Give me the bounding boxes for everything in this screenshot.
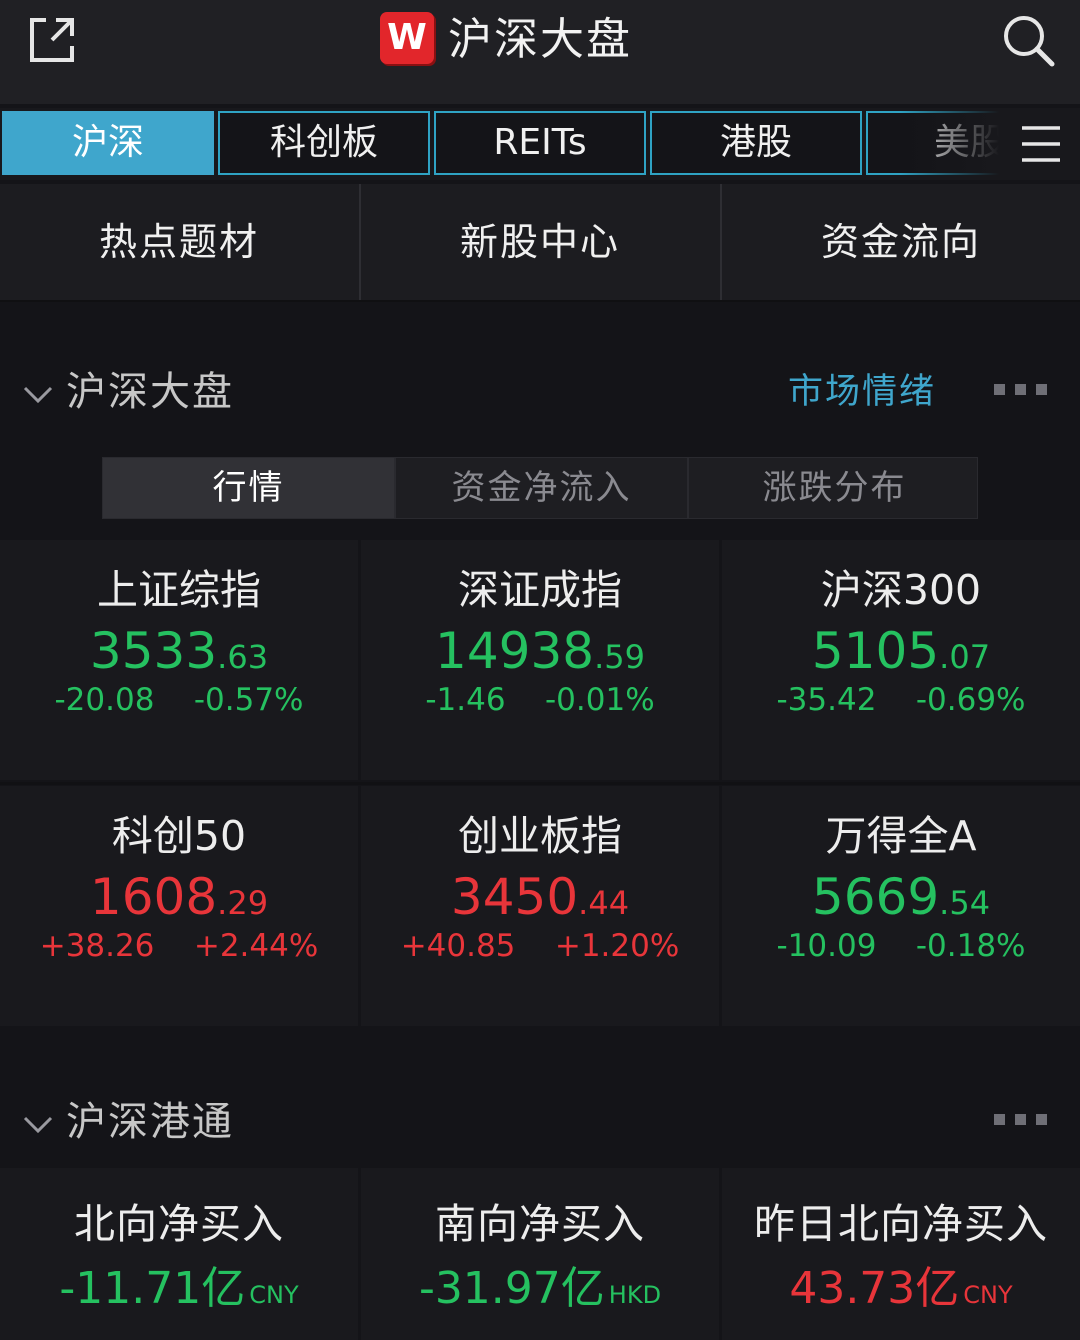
index-name: 创业板指 xyxy=(458,812,622,860)
index-change: -20.08 -0.57% xyxy=(54,682,304,718)
index-card[interactable]: 深证成指 14938.59 -1.46 -0.01% xyxy=(361,540,719,780)
tab-kechuangban[interactable]: 科创板 xyxy=(218,111,430,175)
tab-reits[interactable]: REITs xyxy=(434,111,646,175)
more-options-icon[interactable] xyxy=(994,1114,1048,1128)
index-name: 万得全A xyxy=(825,812,977,860)
segment-net-inflow[interactable]: 资金净流入 xyxy=(396,458,687,518)
page-title: 沪深大盘 xyxy=(448,14,632,65)
section-title[interactable]: 沪深港通 xyxy=(66,1092,234,1152)
connect-grid: 北向净买入 -11.71亿 CNY 南向净买入 -31.97亿 HKD 昨日北向净买… xyxy=(0,1168,1080,1340)
flow-value: -11.71亿 CNY xyxy=(59,1263,299,1314)
index-name: 上证综指 xyxy=(97,566,261,614)
index-change: -10.09 -0.18% xyxy=(776,928,1026,964)
index-change: +40.85 +1.20% xyxy=(400,928,680,964)
flow-name: 北向净买入 xyxy=(74,1200,284,1248)
market-tabs: 沪深 科创板 REITs 港股 美股 xyxy=(0,108,1080,180)
segmented-control: 行情 资金净流入 涨跌分布 xyxy=(102,457,978,519)
external-link-icon[interactable] xyxy=(26,14,78,66)
index-change: -1.46 -0.01% xyxy=(425,682,655,718)
app-logo: W xyxy=(380,12,434,64)
hamburger-menu-icon[interactable] xyxy=(1020,124,1064,164)
flow-value: 43.73亿 CNY xyxy=(789,1263,1013,1314)
market-section-header: 沪深大盘 市场情绪 xyxy=(0,354,1080,434)
index-name: 沪深300 xyxy=(820,566,982,614)
connect-card[interactable]: 南向净买入 -31.97亿 HKD xyxy=(361,1168,719,1340)
more-options-icon[interactable] xyxy=(994,384,1048,398)
divider xyxy=(0,782,1080,785)
section-title[interactable]: 沪深大盘 xyxy=(66,362,234,422)
index-card[interactable]: 万得全A 5669.54 -10.09 -0.18% xyxy=(722,786,1080,1026)
index-change: -35.42 -0.69% xyxy=(776,682,1026,718)
index-card[interactable]: 上证综指 3533.63 -20.08 -0.57% xyxy=(0,540,358,780)
index-card[interactable]: 沪深300 5105.07 -35.42 -0.69% xyxy=(722,540,1080,780)
tab-hushen[interactable]: 沪深 xyxy=(2,111,214,175)
segment-advance-decline[interactable]: 涨跌分布 xyxy=(689,458,980,518)
chevron-down-icon[interactable] xyxy=(22,1108,54,1140)
connect-card[interactable]: 北向净买入 -11.71亿 CNY xyxy=(0,1168,358,1340)
ipo-center-button[interactable]: 新股中心 xyxy=(361,184,719,300)
tab-ganggu[interactable]: 港股 xyxy=(650,111,862,175)
market-sentiment-link[interactable]: 市场情绪 xyxy=(788,364,936,420)
hot-topics-button[interactable]: 热点题材 xyxy=(0,184,358,300)
index-name: 深证成指 xyxy=(458,566,622,614)
segment-quotes[interactable]: 行情 xyxy=(103,458,394,518)
chevron-down-icon[interactable] xyxy=(22,378,54,410)
index-card[interactable]: 科创50 1608.29 +38.26 +2.44% xyxy=(0,786,358,1026)
flow-name: 南向净买入 xyxy=(435,1200,645,1248)
fund-flow-button[interactable]: 资金流向 xyxy=(722,184,1080,300)
index-name: 科创50 xyxy=(111,812,247,860)
index-grid: 上证综指 3533.63 -20.08 -0.57% 深证成指 14938.59… xyxy=(0,540,1080,1026)
connect-card[interactable]: 昨日北向净买入 43.73亿 CNY xyxy=(722,1168,1080,1340)
feature-row: 热点题材 新股中心 资金流向 xyxy=(0,184,1080,302)
flow-value: -31.97亿 HKD xyxy=(418,1263,662,1314)
search-icon[interactable] xyxy=(1000,12,1056,68)
index-card[interactable]: 创业板指 3450.44 +40.85 +1.20% xyxy=(361,786,719,1026)
top-bar: W 沪深大盘 xyxy=(0,0,1080,104)
index-change: +38.26 +2.44% xyxy=(39,928,319,964)
connect-section-header: 沪深港通 xyxy=(0,1084,1080,1164)
flow-name: 昨日北向净买入 xyxy=(754,1200,1048,1248)
